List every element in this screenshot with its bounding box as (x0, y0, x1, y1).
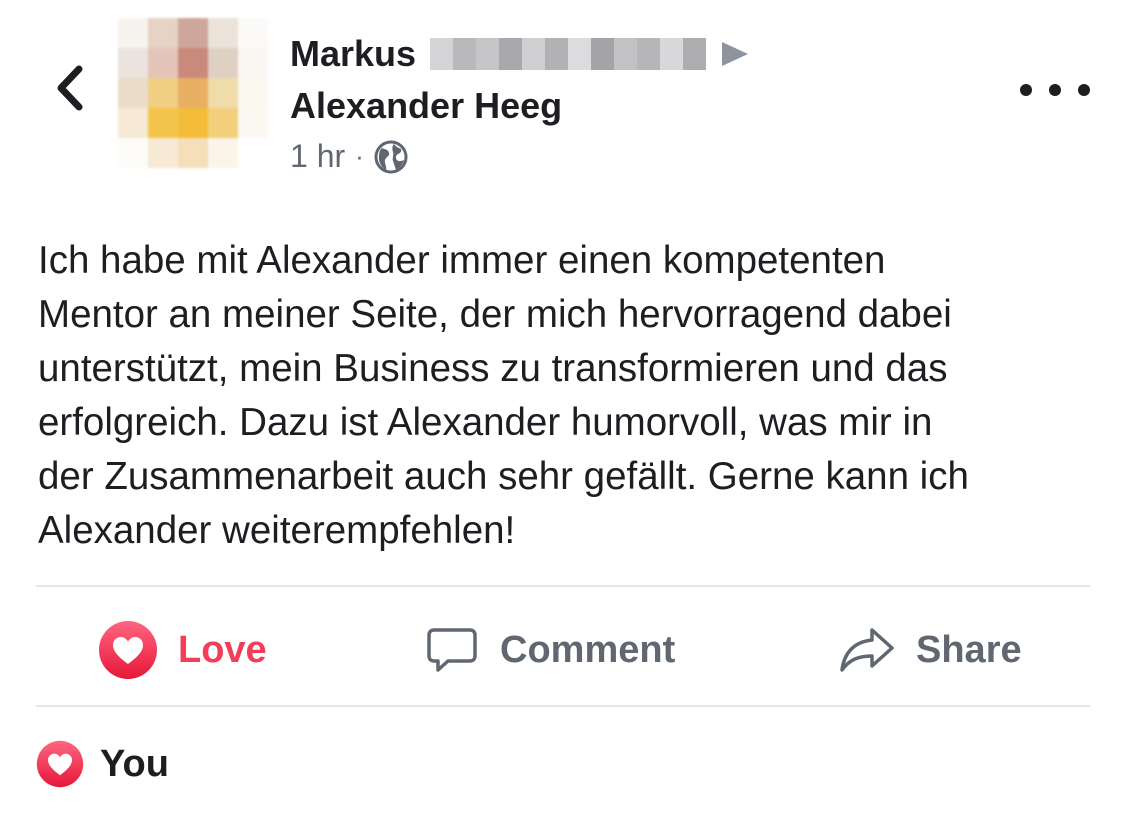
target-name[interactable]: Alexander Heeg (290, 88, 562, 124)
post-text-line: Ich habe mit Alexander immer einen kompe… (38, 239, 886, 282)
share-icon (840, 628, 894, 672)
post-text-line: der Zusammenarbeit auch sehr gefällt. Ge… (38, 455, 969, 498)
reactions-label: You (100, 742, 169, 785)
share-label: Share (916, 628, 1022, 671)
love-reaction-icon (36, 740, 84, 788)
globe-icon[interactable] (374, 140, 408, 174)
chevron-left-icon (57, 65, 83, 111)
divider (36, 705, 1090, 707)
comment-icon (427, 628, 477, 672)
divider (36, 585, 1090, 587)
more-dot (1078, 84, 1090, 96)
more-horizontal-icon (1020, 84, 1032, 96)
post-text-line: unterstützt, mein Business zu transformi… (38, 347, 948, 390)
love-label: Love (178, 628, 267, 671)
reactions-summary[interactable]: You (36, 740, 169, 788)
more-options-button[interactable] (1020, 72, 1090, 108)
share-button[interactable]: Share (838, 610, 1022, 690)
redacted-name (430, 38, 707, 70)
author-name[interactable]: Markus (290, 36, 416, 72)
comment-label: Comment (500, 628, 676, 671)
more-dot (1049, 84, 1061, 96)
back-button[interactable] (40, 58, 100, 118)
arrow-right-icon (722, 42, 749, 66)
avatar[interactable] (118, 18, 268, 168)
post-author-line: Markus (290, 36, 749, 72)
post-text-line: erfolgreich. Dazu ist Alexander humorvol… (38, 401, 933, 444)
love-button[interactable]: Love (98, 610, 267, 690)
comment-button[interactable]: Comment (424, 610, 675, 690)
post-body: Ich habe mit Alexander immer einen kompe… (38, 234, 1098, 558)
post-text-line: Alexander weiterempfehlen! (38, 509, 516, 552)
post-meta: 1 hr · (290, 138, 408, 175)
separator: · (355, 141, 364, 171)
post-text-line: Mentor an meiner Seite, der mich hervorr… (38, 293, 952, 336)
timestamp[interactable]: 1 hr (290, 138, 345, 175)
love-reaction-icon (99, 621, 157, 679)
